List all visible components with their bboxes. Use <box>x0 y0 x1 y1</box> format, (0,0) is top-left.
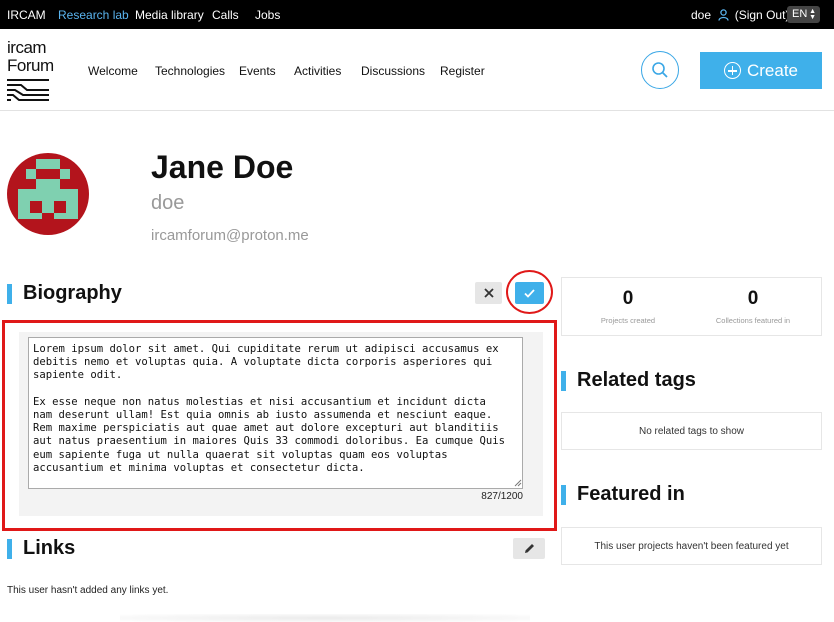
nav-discussions[interactable]: Discussions <box>361 64 425 78</box>
topbar-link-ircam[interactable]: IRCAM <box>7 8 46 22</box>
search-icon <box>652 62 668 78</box>
nav-technologies[interactable]: Technologies <box>155 64 225 78</box>
topbar-link-calls[interactable]: Calls <box>212 8 239 22</box>
select-arrows-icon: ▲ ▼ <box>809 8 816 21</box>
nav-activities[interactable]: Activities <box>294 64 341 78</box>
username-link[interactable]: doe <box>691 8 711 22</box>
nav-welcome[interactable]: Welcome <box>88 64 138 78</box>
no-tags-text: No related tags to show <box>638 426 745 437</box>
links-heading: Links <box>7 537 75 560</box>
nav-register[interactable]: Register <box>440 64 485 78</box>
topbar-link-jobs[interactable]: Jobs <box>255 8 280 22</box>
cancel-button[interactable] <box>475 282 502 304</box>
close-icon <box>483 288 494 298</box>
featured-in-card: This user projects haven't been featured… <box>561 527 822 565</box>
create-button-label: Create <box>746 60 799 80</box>
avatar <box>7 153 89 235</box>
language-select[interactable]: EN ▲ ▼ <box>787 6 820 23</box>
logo-line-2: Forum <box>7 56 54 75</box>
nav-events[interactable]: Events <box>239 64 276 78</box>
profile-username: doe <box>151 192 185 214</box>
stat-collections-featured: 0 Collections featured in <box>688 288 818 325</box>
topbar-link-research-lab[interactable]: Research lab <box>58 8 129 22</box>
stat-label: Projects created <box>600 316 656 325</box>
checkmark-icon <box>524 288 535 298</box>
stat-value: 0 <box>622 288 634 309</box>
profile-name: Jane Doe <box>151 149 294 185</box>
user-menu: doe (Sign Out) <box>691 8 789 24</box>
logo-line-1: ircam <box>7 38 47 57</box>
biography-heading: Biography <box>7 282 122 305</box>
sign-out-link[interactable]: (Sign Out) <box>735 8 790 22</box>
character-counter: 827/1200 <box>481 491 523 502</box>
site-header: ircam Forum Welcome Technologies Events … <box>0 29 834 111</box>
related-tags-heading: Related tags <box>561 369 696 392</box>
resize-grip-icon[interactable] <box>514 479 522 487</box>
identicon-icon <box>18 159 78 219</box>
top-bar: IRCAM Research lab Media library Calls J… <box>0 0 834 29</box>
stat-projects-created: 0 Projects created <box>563 288 693 325</box>
plus-circle-icon <box>723 62 741 79</box>
featured-in-heading: Featured in <box>561 483 685 506</box>
pencil-icon <box>524 544 534 553</box>
language-value: EN <box>792 8 808 20</box>
stat-value: 0 <box>747 288 759 309</box>
ircam-forum-logo[interactable]: ircam Forum <box>7 38 54 101</box>
related-tags-card: No related tags to show <box>561 412 822 450</box>
no-links-text: This user hasn't added any links yet. <box>7 585 169 596</box>
user-icon <box>718 9 730 24</box>
search-button[interactable] <box>641 51 679 89</box>
save-button[interactable] <box>515 282 544 304</box>
profile-email: ircamforum@proton.me <box>151 227 309 244</box>
stat-label: Collections featured in <box>715 316 791 325</box>
edit-links-button[interactable] <box>513 538 545 559</box>
stats-card: 0 Projects created 0 Collections feature… <box>561 277 822 336</box>
topbar-link-media-library[interactable]: Media library <box>135 8 204 22</box>
not-featured-text: This user projects haven't been featured… <box>594 541 789 552</box>
biography-textarea[interactable]: Lorem ipsum dolor sit amet. Qui cupidita… <box>28 337 523 489</box>
logo-stripes-icon <box>7 79 49 101</box>
create-button[interactable]: Create <box>700 52 822 89</box>
